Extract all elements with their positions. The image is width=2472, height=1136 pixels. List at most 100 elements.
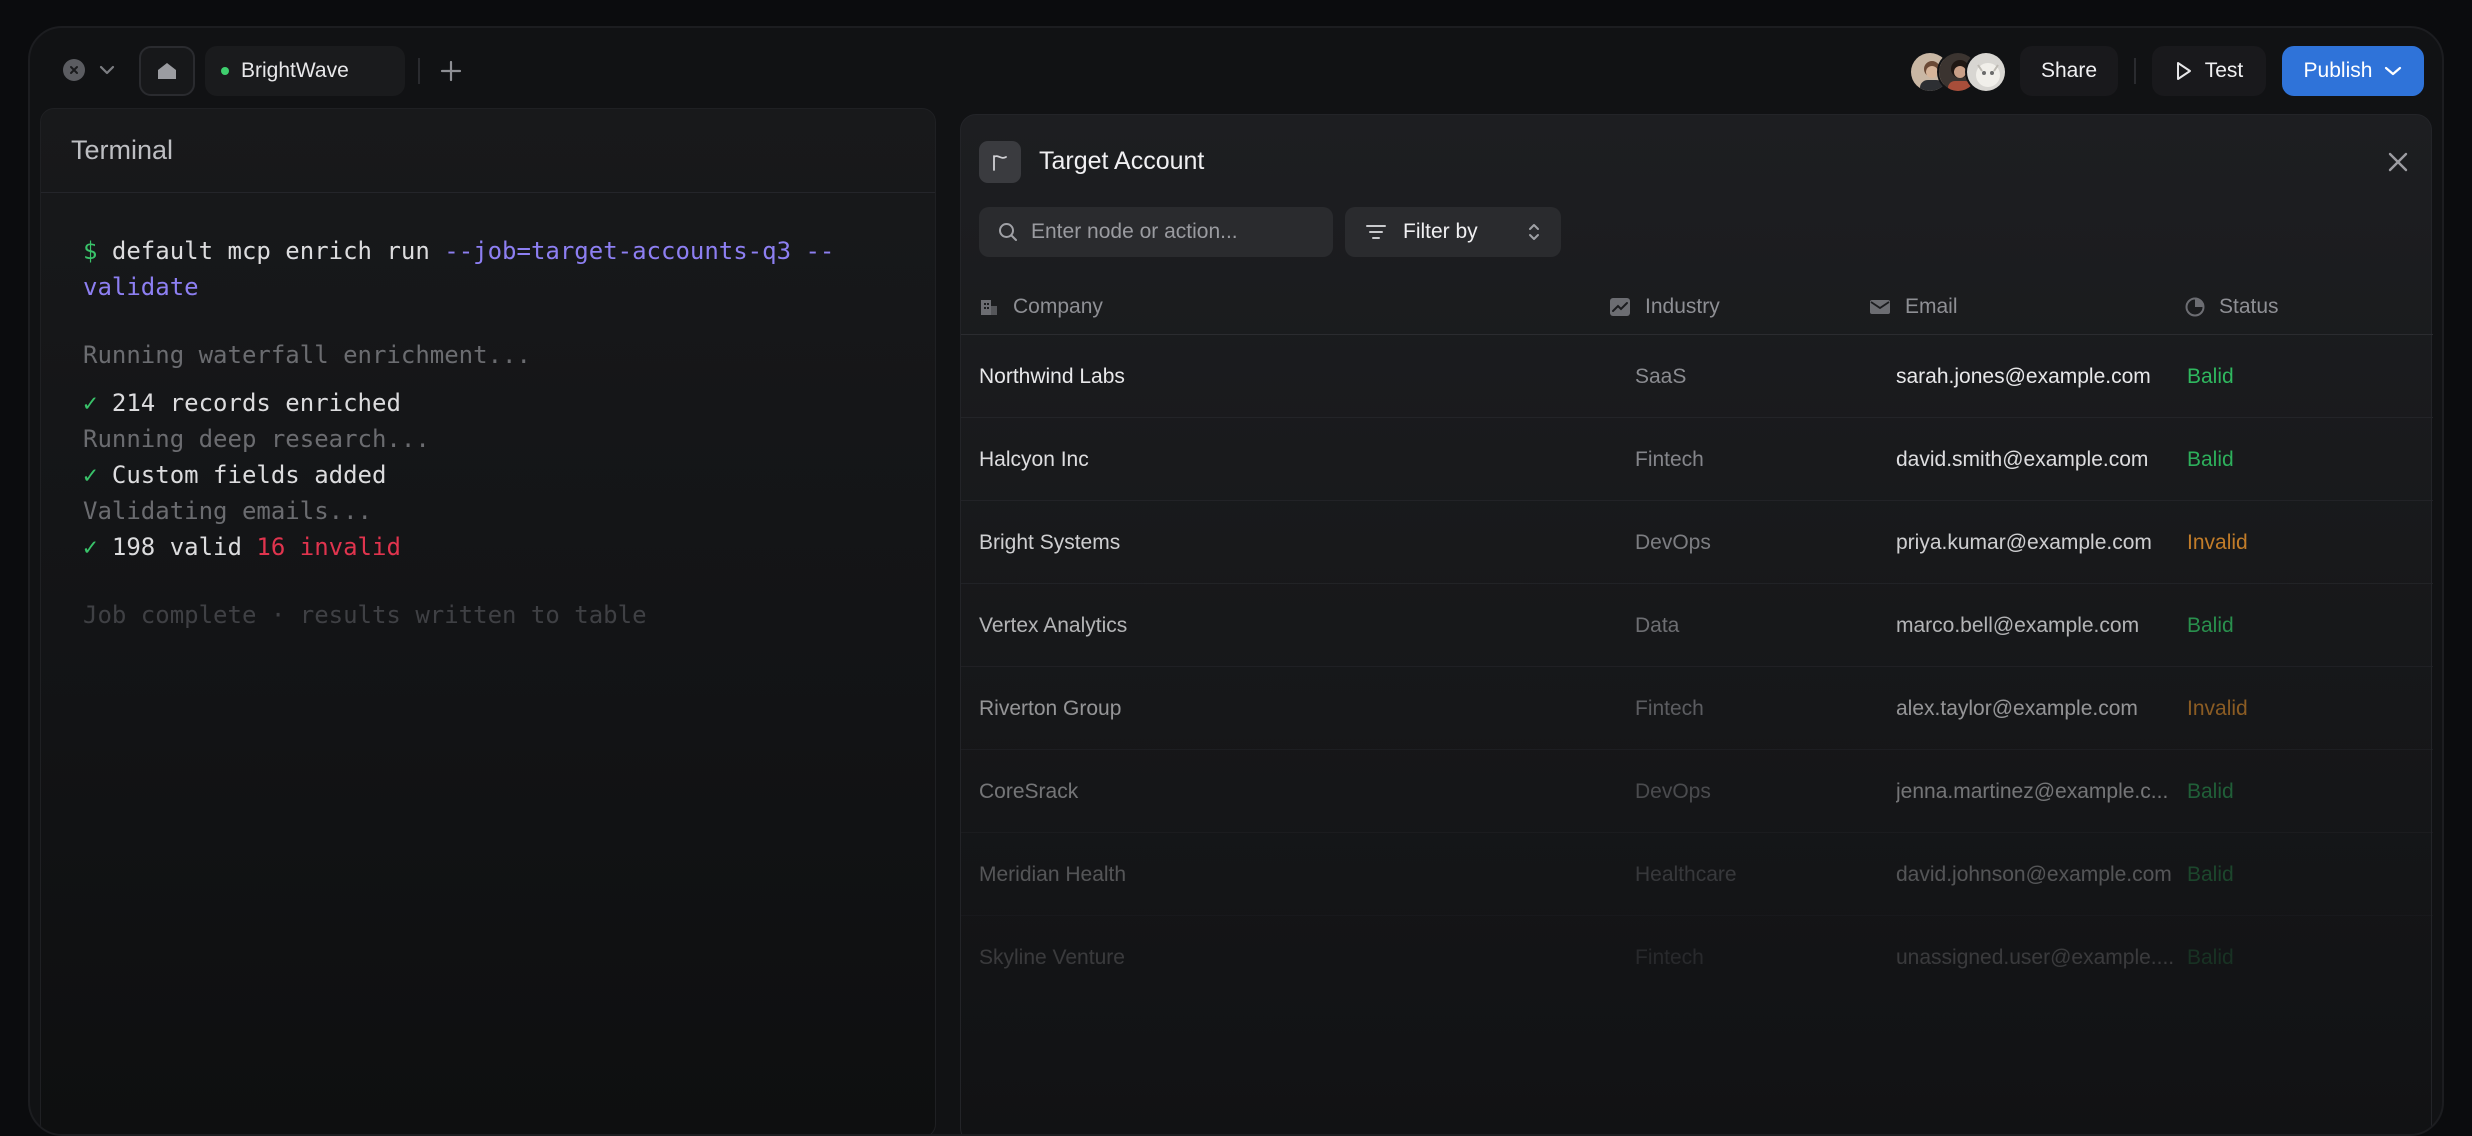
filter-label: Filter by [1403,220,1478,243]
cell-industry: SaaS [1635,365,1687,388]
play-icon [2176,62,2191,80]
cell-email: jenna.martinez@example.c... [1896,780,2169,803]
avatar[interactable] [1965,51,2007,93]
publish-button[interactable]: Publish [2282,46,2424,96]
terminal-invalid-count: 16 invalid [256,533,401,561]
column-header-label: Company [1013,294,1103,318]
divider [418,58,420,84]
table-row[interactable]: CoreSrack DevOps jenna.martinez@example.… [961,750,2433,833]
table-row[interactable]: Halcyon Inc Fintech david.smith@example.… [961,418,2433,501]
column-header-label: Industry [1645,294,1720,318]
cell-status: Balid [2187,365,2234,388]
filter-icon [1366,225,1386,239]
terminal-panel: Terminal $ default mcp enrich run --job=… [40,108,936,1134]
terminal-line: ✓ Custom fields added [83,457,893,493]
table-row[interactable]: Skyline Venture Fintech unassigned.user@… [961,916,2433,999]
close-icon[interactable] [2385,149,2411,175]
cell-email: unassigned.user@example.... [1896,946,2175,969]
column-header-industry[interactable]: Industry [1609,295,1720,319]
check-icon: ✓ [83,533,98,561]
mail-icon [1870,299,1890,314]
table-row[interactable]: Vertex Analytics Data marco.bell@example… [961,584,2433,667]
column-header-status[interactable]: Status [2185,295,2279,319]
cell-status: Balid [2187,448,2234,471]
cell-email: marco.bell@example.com [1896,614,2140,637]
cell-industry: Fintech [1635,697,1704,720]
terminal-command: default mcp enrich run [111,237,430,265]
cell-email: priya.kumar@example.com [1896,531,2152,554]
chevron-down-icon[interactable] [96,60,118,80]
cell-company: Bright Systems [979,531,1121,554]
terminal-command-line: $ default mcp enrich run --job=target-ac… [83,233,893,305]
column-header-email[interactable]: Email [1869,295,1958,319]
cell-status: Balid [2187,946,2234,969]
divider [2134,58,2136,84]
cell-industry: Healthcare [1635,863,1737,886]
status-dot [221,67,229,75]
column-header-label: Status [2219,294,2279,318]
cell-company: Meridian Health [979,863,1127,886]
table-row[interactable]: Meridian Health Healthcare david.johnson… [961,833,2433,916]
terminal-line: ✓ 214 records enriched [83,385,893,421]
chart-icon [1610,297,1630,316]
collaborator-avatars [1909,51,2009,93]
terminal-line: Validating emails... [83,497,372,525]
accounts-table: Company Industry Email Status Northwind [961,279,2433,999]
cell-company: Northwind Labs [979,365,1125,388]
filter-dropdown[interactable]: Filter by [1345,207,1561,257]
target-account-panel: Target Account Filter by Company Industr… [960,114,2433,1134]
test-button[interactable]: Test [2152,46,2266,96]
terminal-check-text: Custom fields added [111,461,387,489]
terminal-check-text: 214 records enriched [111,389,401,417]
check-icon: ✓ [83,461,98,489]
search-field[interactable] [979,207,1333,257]
plus-icon[interactable] [438,58,464,84]
publish-label: Publish [2303,59,2373,82]
cell-status: Invalid [2187,697,2248,720]
chevron-down-icon [2385,66,2402,76]
column-header-label: Email [1905,294,1958,318]
cell-status: Balid [2187,863,2234,886]
cell-industry: DevOps [1635,531,1711,554]
table-row[interactable]: Northwind Labs SaaS sarah.jones@example.… [961,335,2433,418]
table-body: Northwind Labs SaaS sarah.jones@example.… [961,335,2433,999]
cell-industry: Fintech [1635,448,1704,471]
cell-company: Skyline Venture [979,946,1125,969]
title-bar: BrightWave Share Test Publish [30,28,2442,108]
cell-email: sarah.jones@example.com [1896,365,2151,388]
home-button[interactable] [139,46,195,96]
terminal-title: Terminal [41,109,935,193]
cell-status: Balid [2187,614,2234,637]
app-window: BrightWave Share Test Publish Terminal $… [28,26,2444,1136]
column-header-company[interactable]: Company [979,295,1103,319]
share-button[interactable]: Share [2020,46,2118,96]
terminal-footer: Job complete · results written to table [83,601,647,629]
terminal-line: ✓ 198 valid 16 invalid [83,529,893,565]
terminal-valid-count: 198 valid [111,533,242,561]
panel-title: Target Account [1039,147,1205,175]
cell-company: CoreSrack [979,780,1079,803]
cell-company: Halcyon Inc [979,448,1089,471]
cell-email: david.johnson@example.com [1896,863,2172,886]
terminal-prompt: $ [83,237,98,265]
pie-status-icon [2185,297,2205,316]
cell-email: david.smith@example.com [1896,448,2149,471]
cell-industry: DevOps [1635,780,1711,803]
terminal-line: Running deep research... [83,425,430,453]
close-circle-icon[interactable] [63,59,85,81]
project-tab[interactable]: BrightWave [205,46,405,96]
terminal-output[interactable]: $ default mcp enrich run --job=target-ac… [41,193,935,673]
search-input[interactable] [1031,220,1311,244]
table-row[interactable]: Riverton Group Fintech alex.taylor@examp… [961,667,2433,750]
cell-company: Vertex Analytics [979,614,1128,637]
cell-industry: Fintech [1635,946,1704,969]
table-row[interactable]: Bright Systems DevOps priya.kumar@exampl… [961,501,2433,584]
table-header: Company Industry Email Status [961,279,2433,335]
building-icon [981,299,997,315]
terminal-line: Running waterfall enrichment... [83,341,531,369]
project-tab-label: BrightWave [241,59,349,82]
flag-icon [979,141,1021,183]
test-label: Test [2204,59,2244,82]
chevron-updown-icon [1529,224,1539,240]
search-icon [999,223,1017,241]
